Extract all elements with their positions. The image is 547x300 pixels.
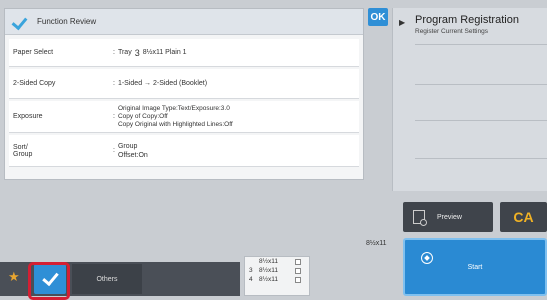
tray-row[interactable]: 4 8½x11: [245, 275, 309, 284]
tray-row-number: 4: [249, 276, 253, 283]
sort-line: Group: [117, 142, 138, 150]
program-slot[interactable]: [415, 84, 547, 85]
program-slot[interactable]: [415, 44, 547, 45]
review-row-value: : Group Offset:On: [113, 142, 148, 159]
tray-row-size: 8½x11: [259, 267, 279, 274]
star-icon[interactable]: ★: [8, 270, 22, 284]
review-row-label: Sort/ Group: [13, 143, 33, 158]
tray-checkbox[interactable]: [295, 276, 301, 283]
program-registration-title: Program Registration: [415, 14, 519, 26]
function-review-panel: Function Review Paper Select : Tray 3 8½…: [4, 8, 364, 180]
start-label: Start: [467, 263, 483, 271]
paper-size-indicator: 8½x11: [366, 240, 387, 247]
tray-checkbox[interactable]: [295, 267, 301, 274]
sort-line: Offset:On: [117, 151, 148, 159]
review-row-label: Exposure: [13, 113, 43, 120]
review-row-value: : Original Image Type:Text/Exposure:3.0 …: [113, 104, 233, 128]
start-icon: [421, 252, 433, 264]
tray-row-size: 8½x11: [259, 276, 279, 283]
program-registration-subtitle: Register Current Settings: [415, 28, 488, 35]
tray-list: 8½x11 3 8½x11 4 8½x11: [244, 256, 310, 296]
preview-icon: [413, 210, 427, 226]
review-row-exposure: Exposure : Original Image Type:Text/Expo…: [9, 101, 359, 133]
program-slot[interactable]: [415, 158, 547, 159]
review-row-paper-select: Paper Select : Tray 3 8½x11 Plain 1: [9, 39, 359, 67]
function-review-header: Function Review: [5, 9, 363, 35]
review-row-label: 2-Sided Copy: [13, 80, 56, 87]
tray-row-number: 3: [249, 267, 253, 274]
ok-button[interactable]: OK: [368, 8, 388, 26]
program-slot[interactable]: [415, 120, 547, 121]
paper-detail: 8½x11 Plain 1: [142, 49, 187, 56]
review-row-sort-group: Sort/ Group : Group Offset:On: [9, 135, 359, 167]
exposure-line: Copy Original with Highlighted Lines:Off: [117, 120, 233, 128]
tray-number: 3: [134, 47, 140, 58]
tray-row[interactable]: 3 8½x11: [245, 266, 309, 275]
review-row-label: Paper Select: [13, 49, 54, 56]
duplex-value: 1-Sided → 2-Sided (Booklet): [117, 80, 208, 87]
preview-label: Preview: [437, 213, 462, 221]
tray-checkbox[interactable]: [295, 258, 301, 265]
tray-row[interactable]: 8½x11: [245, 257, 309, 266]
highlight-frame: [28, 262, 70, 300]
checkmark-icon: [13, 15, 31, 29]
review-row-2-sided-copy: 2-Sided Copy : 1-Sided → 2-Sided (Bookle…: [9, 69, 359, 99]
tray-row-size: 8½x11: [259, 258, 279, 265]
review-row-value: : Tray 3 8½x11 Plain 1: [113, 47, 187, 58]
clear-all-button[interactable]: CA: [500, 202, 547, 232]
start-button[interactable]: Start: [403, 238, 547, 296]
review-row-value: : 1-Sided → 2-Sided (Booklet): [113, 80, 208, 87]
exposure-line: Copy of Copy:Off: [117, 112, 168, 120]
function-review-title: Function Review: [37, 17, 97, 26]
others-button[interactable]: Others: [72, 264, 142, 294]
exposure-line: Original Image Type:Text/Exposure:3.0: [117, 104, 230, 112]
copy-screen: Function Review Paper Select : Tray 3 8½…: [0, 0, 547, 300]
tray-prefix: Tray: [117, 49, 132, 56]
play-arrow-icon: ▶: [399, 18, 406, 27]
program-registration-panel[interactable]: ▶ Program Registration Register Current …: [392, 8, 547, 191]
preview-button[interactable]: Preview: [403, 202, 493, 232]
function-review-list: Paper Select : Tray 3 8½x11 Plain 1 2-Si…: [9, 39, 359, 169]
